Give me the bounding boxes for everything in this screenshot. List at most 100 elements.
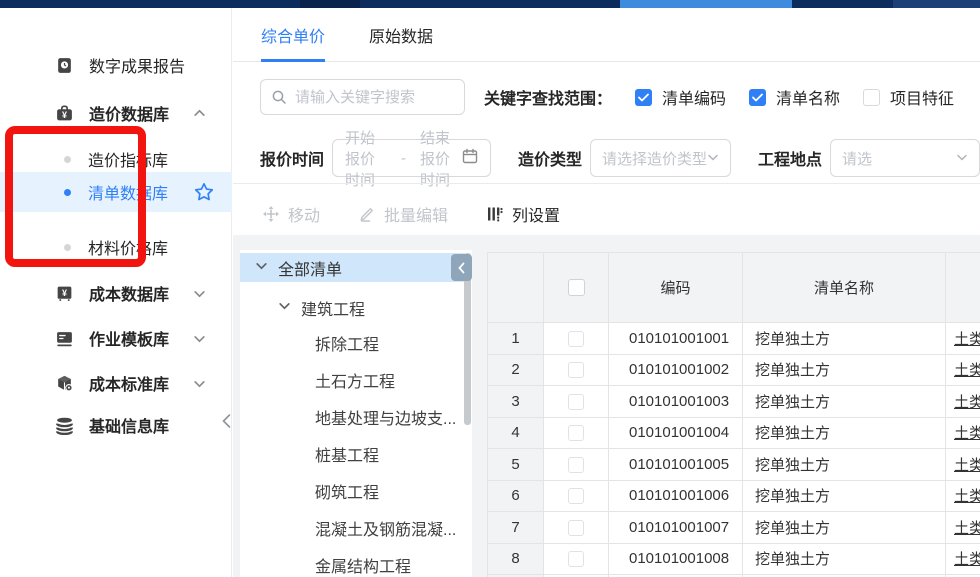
sidebar-item-standard-library[interactable]: 成本标准库 (0, 366, 232, 400)
tab-label: 综合单价 (261, 23, 325, 47)
chevron-down-icon[interactable] (255, 259, 268, 277)
cell-row-number: 8 (488, 543, 544, 575)
tree-node-all-lists[interactable]: 全部清单 (240, 253, 465, 282)
list-data-table: 编码 清单名称 1 010101001001 挖单独土方 土类别 (487, 252, 980, 577)
search-row: 关键字查找范围： 清单编码 清单名称 项目特征 (233, 78, 980, 116)
tree-node-leaf[interactable]: 砌筑工程 (240, 472, 472, 509)
svg-text:¥: ¥ (62, 109, 67, 119)
batch-edit-button[interactable]: 批量编辑 (358, 202, 448, 226)
standard-library-icon (55, 374, 74, 393)
tree-node-leaf[interactable]: 混凝土及钢筋混凝... (240, 509, 472, 546)
checkbox-unchecked-icon[interactable] (863, 89, 880, 106)
table-row[interactable]: 7 010101001007 挖单独土方 土类别 (488, 512, 980, 544)
cost-type-select[interactable]: 请选择造价类型 (590, 139, 731, 177)
date-separator: - (401, 150, 406, 167)
cell-name: 挖单独土方 (743, 417, 946, 449)
sidebar-item-base-info-library[interactable]: 基础信息库 (0, 408, 232, 442)
sidebar-item-cost-database[interactable]: ¥ 成本数据库 (0, 276, 232, 310)
tree-node-leaf[interactable]: 土石方工程 (240, 361, 472, 398)
tree-node-construction[interactable]: 建筑工程 (240, 291, 472, 324)
cell-code: 010101001005 (609, 449, 743, 481)
column-settings-label: 列设置 (512, 202, 560, 226)
chevron-down-icon (707, 150, 719, 167)
row-checkbox[interactable] (568, 362, 584, 378)
table-row[interactable]: 2 010101001002 挖单独土方 土类别 (488, 354, 980, 386)
table-row[interactable]: 1 010101001001 挖单独土方 土类别 (488, 323, 980, 355)
scope-label: 关键字查找范围： (484, 85, 612, 109)
sidebar-item-price-database[interactable]: ¥ 造价数据库 (0, 96, 232, 130)
checkbox-list-name[interactable]: 清单名称 (749, 85, 840, 109)
chevron-down-icon[interactable] (193, 332, 206, 350)
cell-name: 挖单独土方 (743, 323, 946, 355)
app-window: 数字成果报告 ¥ 造价数据库 造价指标库 清单数据库 材料价格库 (0, 0, 980, 577)
table-row[interactable]: 5 010101001005 挖单独土方 土类别 (488, 449, 980, 481)
row-checkbox[interactable] (568, 551, 584, 567)
cell-row-number: 7 (488, 512, 544, 544)
edit-pencil-icon (358, 205, 376, 223)
tree-node-label: 桩基工程 (315, 442, 379, 466)
checkbox-project-feature[interactable]: 项目特征 (863, 85, 954, 109)
tree-node-leaf[interactable]: 地基处理与边坡支... (240, 398, 472, 435)
row-checkbox[interactable] (568, 394, 584, 410)
price-database-icon: ¥ (55, 104, 74, 123)
chevron-down-icon[interactable] (193, 377, 206, 395)
search-input[interactable] (295, 89, 455, 106)
sidebar-item-digital-report[interactable]: 数字成果报告 (0, 48, 232, 82)
select-placeholder: 请选 (842, 148, 872, 169)
checkbox-checked-icon[interactable] (749, 89, 766, 106)
tree-node-leaf[interactable]: 金属结构工程 (240, 546, 472, 577)
lower-panel: 全部清单 建筑工程 拆除工程 土石方工程 地基处理与边坡支... 桩基工程 砌筑… (233, 235, 980, 577)
cell-checkbox (544, 354, 609, 386)
sidebar-subitem-price-index-library[interactable]: 造价指标库 (0, 142, 232, 176)
table-row[interactable]: 6 010101001006 挖单独土方 土类别 (488, 480, 980, 512)
cell-name: 挖单独土方 (743, 354, 946, 386)
favorite-star-icon[interactable] (193, 181, 215, 208)
tab-composite-unit-price[interactable]: 综合单价 (261, 8, 325, 62)
table-row[interactable]: 4 010101001004 挖单独土方 土类别 (488, 417, 980, 449)
cell-name: 挖单独土方 (743, 386, 946, 418)
cell-row-number: 6 (488, 480, 544, 512)
date-range-picker[interactable]: 开始报价时间 - 结束报价时间 (332, 139, 491, 177)
tree-collapse-handle[interactable] (451, 254, 472, 281)
row-checkbox[interactable] (568, 520, 584, 536)
checkbox-checked-icon[interactable] (635, 89, 652, 106)
row-checkbox[interactable] (568, 488, 584, 504)
sidebar-subitem-list-database[interactable]: 清单数据库 (0, 172, 232, 212)
column-settings-button[interactable]: 列设置 (486, 202, 560, 226)
tree-node-label: 土石方工程 (315, 368, 395, 392)
header-code: 编码 (609, 253, 743, 323)
cell-checkbox (544, 417, 609, 449)
sidebar-item-template-library[interactable]: 作业模板库 (0, 321, 232, 355)
cell-code: 010101001004 (609, 417, 743, 449)
cell-code: 010101001003 (609, 386, 743, 418)
tree-node-leaf[interactable]: 拆除工程 (240, 324, 472, 361)
tab-raw-data[interactable]: 原始数据 (369, 8, 433, 62)
cell-code: 010101001001 (609, 323, 743, 355)
row-checkbox[interactable] (568, 331, 584, 347)
project-location-select[interactable]: 请选 (830, 139, 980, 177)
chevron-up-icon[interactable] (193, 107, 206, 125)
cell-row-number: 5 (488, 449, 544, 481)
row-checkbox[interactable] (568, 457, 584, 473)
sidebar-subitem-material-price-library[interactable]: 材料价格库 (0, 230, 232, 264)
cell-extra: 土类别 (946, 323, 980, 355)
tree-node-label: 全部清单 (278, 256, 342, 280)
checkbox-label: 清单编码 (662, 85, 726, 109)
table-row[interactable]: 3 010101001003 挖单独土方 土类别 (488, 386, 980, 418)
chevron-down-icon[interactable] (193, 287, 206, 305)
checkbox-list-code[interactable]: 清单编码 (635, 85, 726, 109)
chevron-down-icon[interactable] (278, 299, 291, 317)
cell-name: 挖单独土方 (743, 449, 946, 481)
move-button[interactable]: 移动 (262, 202, 320, 226)
sidebar-item-label: 成本数据库 (89, 281, 169, 305)
sidebar: 数字成果报告 ¥ 造价数据库 造价指标库 清单数据库 材料价格库 (0, 8, 232, 577)
tree-node-leaf[interactable]: 桩基工程 (240, 435, 472, 472)
topbar-mid-segment (893, 0, 980, 8)
select-all-checkbox[interactable] (568, 279, 585, 296)
cell-checkbox (544, 543, 609, 575)
table-row[interactable]: 8 010101001008 挖单独土方 土类别 (488, 543, 980, 575)
keyword-search-box[interactable] (260, 79, 465, 115)
tab-label: 原始数据 (369, 23, 433, 47)
row-checkbox[interactable] (568, 425, 584, 441)
sidebar-collapse-handle[interactable] (218, 410, 234, 432)
